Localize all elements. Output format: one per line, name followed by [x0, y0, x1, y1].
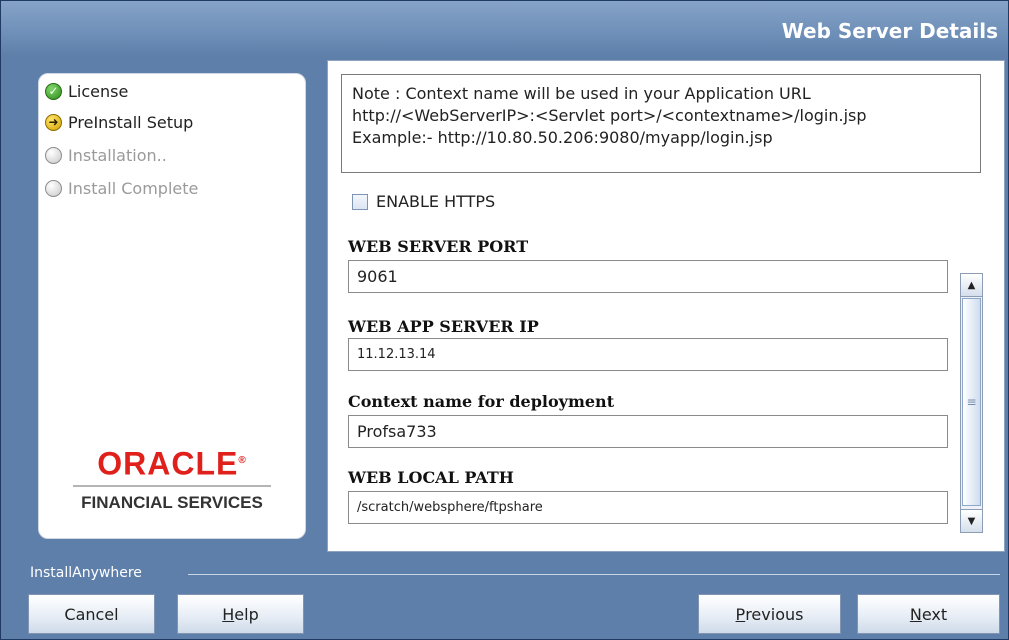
- page-title: Web Server Details: [781, 19, 998, 43]
- form-scrollbar[interactable]: ▲ ≡ ▼: [960, 273, 983, 533]
- step-label: PreInstall Setup: [68, 112, 194, 132]
- https-option[interactable]: ENABLE HTTPS: [352, 192, 495, 211]
- form-panel: Note : Context name will be used in your…: [327, 60, 1005, 552]
- step-preinstall-setup: ➜ PreInstall Setup: [45, 111, 193, 133]
- step-label: License: [68, 81, 129, 101]
- logo-divider: [73, 484, 271, 487]
- scroll-thumb[interactable]: ≡: [962, 298, 981, 506]
- scroll-up-button[interactable]: ▲: [961, 274, 982, 297]
- context-name-input[interactable]: [348, 415, 948, 448]
- step-install-complete: Install Complete: [45, 177, 198, 199]
- title-bar: Web Server Details: [1, 1, 1008, 56]
- branding-divider: [188, 574, 1000, 575]
- triangle-up-icon: ▲: [967, 279, 976, 291]
- web-local-path-label: WEB LOCAL PATH: [348, 468, 514, 487]
- note-box: Note : Context name will be used in your…: [341, 74, 981, 173]
- installer-branding: InstallAnywhere: [1, 561, 1008, 581]
- help-button[interactable]: Help: [177, 594, 304, 634]
- note-line: Note : Context name will be used in your…: [352, 84, 811, 103]
- note-line: Example:- http://10.80.50.206:9080/myapp…: [352, 128, 773, 147]
- step-label: Install Complete: [68, 178, 199, 198]
- step-label: Installation..: [68, 145, 167, 165]
- check-icon: ✓: [45, 82, 62, 100]
- next-button[interactable]: Next: [857, 594, 1000, 634]
- step-license: ✓ License: [45, 80, 128, 102]
- enable-https-label: ENABLE HTTPS: [376, 192, 496, 211]
- empty-circle-icon: [45, 146, 62, 164]
- web-server-port-input[interactable]: [348, 260, 948, 293]
- grip-icon: ≡: [966, 395, 977, 409]
- installer-window: Web Server Details ✓ License ➜ PreInstal…: [0, 0, 1009, 640]
- cancel-button[interactable]: Cancel: [28, 594, 155, 634]
- web-app-server-ip-input[interactable]: [348, 338, 948, 371]
- logo-brand: ORACLE: [97, 445, 239, 482]
- scroll-down-button[interactable]: ▼: [961, 509, 982, 532]
- oracle-logo: ORACLE® FINANCIAL SERVICES: [39, 444, 305, 513]
- step-installation: Installation..: [45, 144, 167, 166]
- web-server-port-label: WEB SERVER PORT: [348, 237, 529, 256]
- registered-mark-icon: ®: [238, 455, 247, 466]
- previous-button[interactable]: Previous: [698, 594, 841, 634]
- enable-https-checkbox[interactable]: [352, 193, 368, 210]
- logo-subtitle: FINANCIAL SERVICES: [81, 492, 263, 512]
- context-name-label: Context name for deployment: [348, 392, 615, 411]
- note-line: http://<WebServerIP>:<Servlet port>/<con…: [352, 106, 867, 125]
- installanywhere-label: InstallAnywhere: [30, 565, 142, 581]
- web-app-server-ip-label: WEB APP SERVER IP: [348, 317, 539, 336]
- web-local-path-input[interactable]: [348, 491, 948, 524]
- steps-panel: ✓ License ➜ PreInstall Setup Installatio…: [38, 73, 306, 539]
- empty-circle-icon: [45, 179, 62, 197]
- arrow-right-icon: ➜: [45, 113, 62, 131]
- triangle-down-icon: ▼: [967, 515, 976, 527]
